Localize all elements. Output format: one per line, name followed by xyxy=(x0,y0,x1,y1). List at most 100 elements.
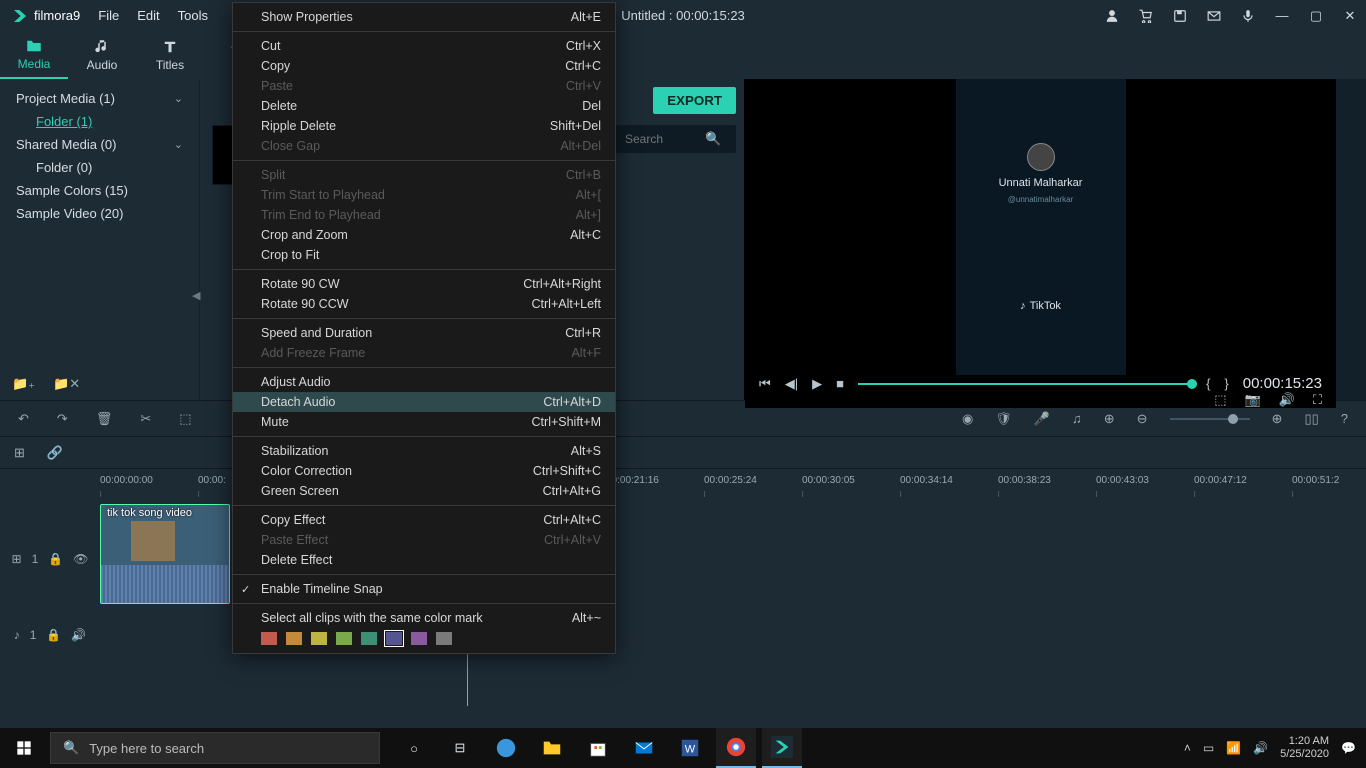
zoom-out-icon[interactable]: ⊖ xyxy=(1137,411,1148,427)
eye-icon[interactable]: 👁 xyxy=(73,552,88,566)
start-button[interactable] xyxy=(0,728,48,768)
lock-icon[interactable]: 🔒 xyxy=(48,552,63,566)
sidebar-item[interactable]: Shared Media (0)⌄ xyxy=(0,133,199,156)
search-icon[interactable]: 🔍 xyxy=(705,131,721,147)
help-icon[interactable]: ? xyxy=(1341,411,1348,426)
tab-titles[interactable]: Titles xyxy=(136,31,204,79)
ctx-adjust-audio[interactable]: Adjust Audio xyxy=(233,372,615,392)
volume-icon[interactable]: 🔊 xyxy=(1279,392,1295,408)
ctx-ripple-delete[interactable]: Ripple DeleteShift+Del xyxy=(233,116,615,136)
wifi-icon[interactable]: 📶 xyxy=(1226,741,1241,755)
ctx-mute[interactable]: MuteCtrl+Shift+M xyxy=(233,412,615,432)
undo-icon[interactable]: ↶ xyxy=(18,411,29,427)
ctx-color-correction[interactable]: Color CorrectionCtrl+Shift+C xyxy=(233,461,615,481)
tray-volume-icon[interactable]: 🔊 xyxy=(1253,741,1268,755)
filmora-icon[interactable] xyxy=(762,728,802,768)
color-swatch[interactable] xyxy=(286,632,302,645)
save-icon[interactable] xyxy=(1172,8,1188,24)
ctx-rotate-90-ccw[interactable]: Rotate 90 CCWCtrl+Alt+Left xyxy=(233,294,615,314)
menu-edit[interactable]: Edit xyxy=(137,8,159,23)
notifications-icon[interactable]: 💬 xyxy=(1341,741,1356,755)
sidebar-item[interactable]: Folder (0) xyxy=(0,156,199,179)
crop-icon[interactable]: ⬚ xyxy=(179,411,191,427)
quality-icon[interactable]: ⬚ xyxy=(1214,392,1226,408)
delete-icon[interactable]: 🗑 xyxy=(96,411,113,427)
ctx-delete-effect[interactable]: Delete Effect xyxy=(233,550,615,570)
lock-icon[interactable]: 🔒 xyxy=(46,628,61,642)
search-box[interactable]: 🔍 xyxy=(616,125,736,153)
link-icon[interactable]: 🔗 xyxy=(47,445,63,461)
ctx-delete[interactable]: DeleteDel xyxy=(233,96,615,116)
timeline-ruler[interactable]: 00:00:00:0000:00:00:00:21:1600:00:25:240… xyxy=(0,468,1366,504)
fullscreen-icon[interactable]: ⛶ xyxy=(1313,392,1322,408)
export-button[interactable]: EXPORT xyxy=(653,87,736,114)
ctx-detach-audio[interactable]: Detach AudioCtrl+Alt+D xyxy=(233,392,615,412)
ctx-stabilization[interactable]: StabilizationAlt+S xyxy=(233,441,615,461)
taskview-icon[interactable]: ⊟ xyxy=(440,728,480,768)
ctx-rotate-90-cw[interactable]: Rotate 90 CWCtrl+Alt+Right xyxy=(233,274,615,294)
zoom-in-icon[interactable]: ⊕ xyxy=(1272,411,1283,427)
taskbar-search[interactable]: 🔍 Type here to search xyxy=(50,732,380,764)
explorer-icon[interactable] xyxy=(532,728,572,768)
ctx-crop-and-zoom[interactable]: Crop and ZoomAlt+C xyxy=(233,225,615,245)
color-swatch[interactable] xyxy=(361,632,377,645)
stop-icon[interactable]: ■ xyxy=(836,376,844,391)
maximize-icon[interactable]: ▢ xyxy=(1308,8,1324,24)
split-icon[interactable]: ✂ xyxy=(140,411,151,427)
cortana-icon[interactable]: ○ xyxy=(394,728,434,768)
collapse-icon[interactable]: ◀ xyxy=(192,289,200,302)
zoom-slider[interactable] xyxy=(1170,418,1250,420)
color-swatch[interactable] xyxy=(311,632,327,645)
play-icon[interactable]: ▶ xyxy=(812,376,822,392)
mark-out-icon[interactable]: } xyxy=(1224,376,1228,391)
ctx-show-properties[interactable]: Show PropertiesAlt+E xyxy=(233,7,615,27)
snapshot-icon[interactable]: 📷 xyxy=(1245,392,1261,408)
menu-tools[interactable]: Tools xyxy=(178,8,208,23)
mixer-icon[interactable]: ♫ xyxy=(1072,411,1082,426)
speaker-icon[interactable]: 🔊 xyxy=(71,628,86,642)
search-input[interactable] xyxy=(625,132,705,146)
video-clip[interactable]: tik tok song video xyxy=(100,504,230,604)
mic-icon[interactable] xyxy=(1240,8,1256,24)
ctx-speed-and-duration[interactable]: Speed and DurationCtrl+R xyxy=(233,323,615,343)
sidebar-item[interactable]: Sample Video (20) xyxy=(0,202,199,225)
step-back-icon[interactable]: ◀| xyxy=(785,376,798,392)
edge-icon[interactable] xyxy=(486,728,526,768)
cart-icon[interactable] xyxy=(1138,8,1154,24)
ctx-copy-effect[interactable]: Copy EffectCtrl+Alt+C xyxy=(233,510,615,530)
prev-frame-icon[interactable]: ⏮ xyxy=(759,376,771,392)
sidebar-item[interactable]: Sample Colors (15) xyxy=(0,179,199,202)
chrome-icon[interactable] xyxy=(716,728,756,768)
fit-icon[interactable]: ▯▯ xyxy=(1304,411,1318,427)
mail-icon[interactable] xyxy=(624,728,664,768)
render-icon[interactable]: ◉ xyxy=(962,411,973,427)
preview-scrubber[interactable] xyxy=(858,383,1192,385)
clock[interactable]: 1:20 AM5/25/2020 xyxy=(1280,735,1329,761)
color-swatch[interactable] xyxy=(386,632,402,645)
add-marker-icon[interactable]: ⊕ xyxy=(1104,411,1115,427)
tab-media[interactable]: Media xyxy=(0,31,68,79)
mail-icon[interactable] xyxy=(1206,8,1222,24)
battery-icon[interactable]: ▭ xyxy=(1203,741,1214,755)
delete-folder-icon[interactable]: 📁✕ xyxy=(53,376,80,392)
color-swatch[interactable] xyxy=(261,632,277,645)
ctx-cut[interactable]: CutCtrl+X xyxy=(233,36,615,56)
sidebar-item[interactable]: Folder (1) xyxy=(0,110,199,133)
tray-chevron-icon[interactable]: ˄ xyxy=(1184,741,1191,755)
record-vo-icon[interactable]: 🎤 xyxy=(1034,411,1050,427)
ctx-green-screen[interactable]: Green ScreenCtrl+Alt+G xyxy=(233,481,615,501)
tab-audio[interactable]: Audio xyxy=(68,31,136,79)
color-swatch[interactable] xyxy=(411,632,427,645)
store-icon[interactable] xyxy=(578,728,618,768)
mark-in-icon[interactable]: { xyxy=(1206,376,1210,391)
marker-icon[interactable]: 🛡 xyxy=(995,411,1012,427)
minimize-icon[interactable]: — xyxy=(1274,8,1290,24)
ctx-select-all-clips-with-the-same-color-mark[interactable]: Select all clips with the same color mar… xyxy=(233,608,615,628)
word-icon[interactable]: W xyxy=(670,728,710,768)
new-folder-icon[interactable]: 📁₊ xyxy=(12,376,35,392)
color-swatch[interactable] xyxy=(436,632,452,645)
close-icon[interactable]: ✕ xyxy=(1342,8,1358,24)
redo-icon[interactable]: ↷ xyxy=(57,411,68,427)
ctx-enable-timeline-snap[interactable]: Enable Timeline Snap xyxy=(233,579,615,599)
sidebar-item[interactable]: Project Media (1)⌄ xyxy=(0,87,199,110)
